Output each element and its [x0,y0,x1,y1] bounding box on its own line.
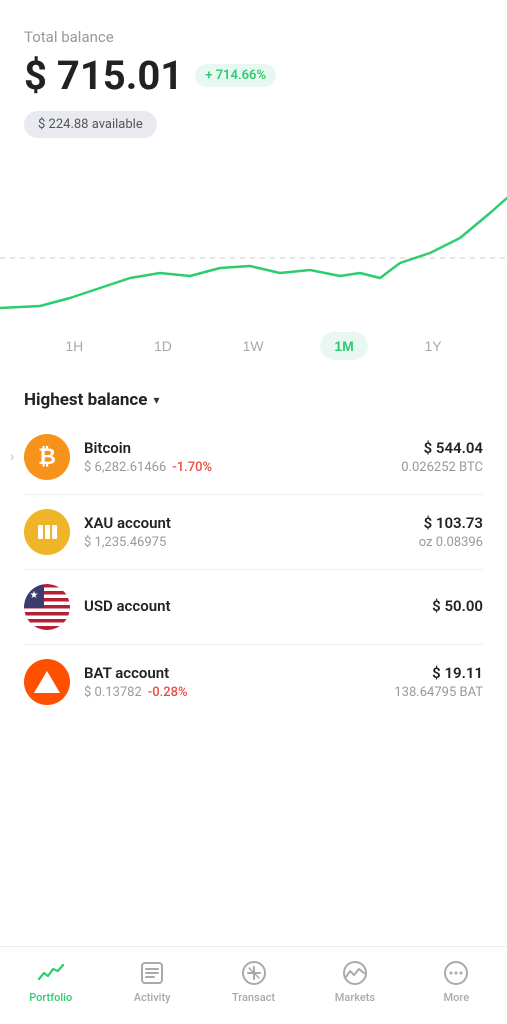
usd-name: USD account [84,597,432,615]
bat-change: -0.28% [148,685,188,700]
arrow-indicator: › [10,449,14,465]
usd-info: USD account [84,597,432,618]
xau-name: XAU account [84,514,419,532]
xau-coin-value: oz 0.08396 [419,535,483,550]
bat-price-row: $ 0.13782 -0.28% [84,685,394,700]
asset-item-xau[interactable]: XAU account $ 1,235.46975 $ 103.73 oz 0.… [24,495,483,570]
time-filter-1y[interactable]: 1Y [411,332,456,360]
markets-icon [341,959,369,987]
usd-value: $ 50.00 [432,597,483,618]
total-balance-label: Total balance [24,28,483,46]
usd-usd-value: $ 50.00 [432,597,483,615]
bat-coin-value: 138.64795 BAT [394,685,483,700]
xau-icon [24,509,70,555]
bat-name: BAT account [84,664,394,682]
bat-value: $ 19.11 138.64795 BAT [394,664,483,700]
asset-item-btc[interactable]: › ₿ Bitcoin $ 6,282.61466 -1.70% $ 544.0… [24,420,483,495]
btc-coin-value: 0.026252 BTC [401,460,483,475]
xau-info: XAU account $ 1,235.46975 [84,514,419,550]
balance-change-badge: + 714.66% [195,64,276,87]
nav-item-transact[interactable]: Transact [203,959,304,1004]
section-title-text: Highest balance [24,390,147,410]
btc-icon: ₿ [24,434,70,480]
xau-price-row: $ 1,235.46975 [84,535,419,550]
usd-flag-icon: ★ [24,584,70,630]
btc-price-row: $ 6,282.61466 -1.70% [84,460,401,475]
activity-icon [138,959,166,987]
portfolio-label: Portfolio [29,991,72,1004]
bat-info: BAT account $ 0.13782 -0.28% [84,664,394,700]
asset-item-usd[interactable]: ★ USD account $ 50.00 [24,570,483,645]
btc-change: -1.70% [172,460,212,475]
btc-value: $ 544.04 0.026252 BTC [401,439,483,475]
chart-svg [0,158,507,318]
asset-item-bat[interactable]: BAT account $ 0.13782 -0.28% $ 19.11 138… [24,645,483,719]
transact-icon [240,959,268,987]
nav-item-more[interactable]: More [406,959,507,1004]
more-icon [442,959,470,987]
available-badge: $ 224.88 available [24,111,157,138]
xau-price: $ 1,235.46975 [84,535,166,550]
balance-chart [0,158,507,318]
nav-item-markets[interactable]: Markets [304,959,405,1004]
nav-item-portfolio[interactable]: Portfolio [0,959,101,1004]
time-filters: 1H 1D 1W 1M 1Y [0,318,507,374]
btc-usd-value: $ 544.04 [401,439,483,457]
time-filter-1d[interactable]: 1D [140,332,186,360]
transact-label: Transact [232,991,275,1004]
more-label: More [444,991,470,1004]
activity-label: Activity [134,991,171,1004]
portfolio-icon [37,959,65,987]
asset-list: › ₿ Bitcoin $ 6,282.61466 -1.70% $ 544.0… [0,420,507,946]
bat-icon [24,659,70,705]
time-filter-1m[interactable]: 1M [320,332,367,360]
time-filter-1h[interactable]: 1H [51,332,97,360]
chevron-down-icon: ▾ [153,393,159,407]
nav-item-activity[interactable]: Activity [101,959,202,1004]
balance-row: $ 715.01 + 714.66% [24,52,483,99]
balance-amount: $ 715.01 [24,52,183,99]
bat-price: $ 0.13782 [84,685,142,700]
xau-usd-value: $ 103.73 [419,514,483,532]
time-filter-1w[interactable]: 1W [229,332,278,360]
svg-text:★: ★ [30,590,39,601]
main-screen: Total balance $ 715.01 + 714.66% $ 224.8… [0,0,507,1024]
btc-info: Bitcoin $ 6,282.61466 -1.70% [84,439,401,475]
btc-price: $ 6,282.61466 [84,460,166,475]
btc-name: Bitcoin [84,439,401,457]
xau-value: $ 103.73 oz 0.08396 [419,514,483,550]
markets-label: Markets [335,991,375,1004]
bat-usd-value: $ 19.11 [394,664,483,682]
section-title-row[interactable]: Highest balance ▾ [0,374,507,420]
header: Total balance $ 715.01 + 714.66% $ 224.8… [0,0,507,148]
bottom-nav: Portfolio Activity [0,946,507,1024]
